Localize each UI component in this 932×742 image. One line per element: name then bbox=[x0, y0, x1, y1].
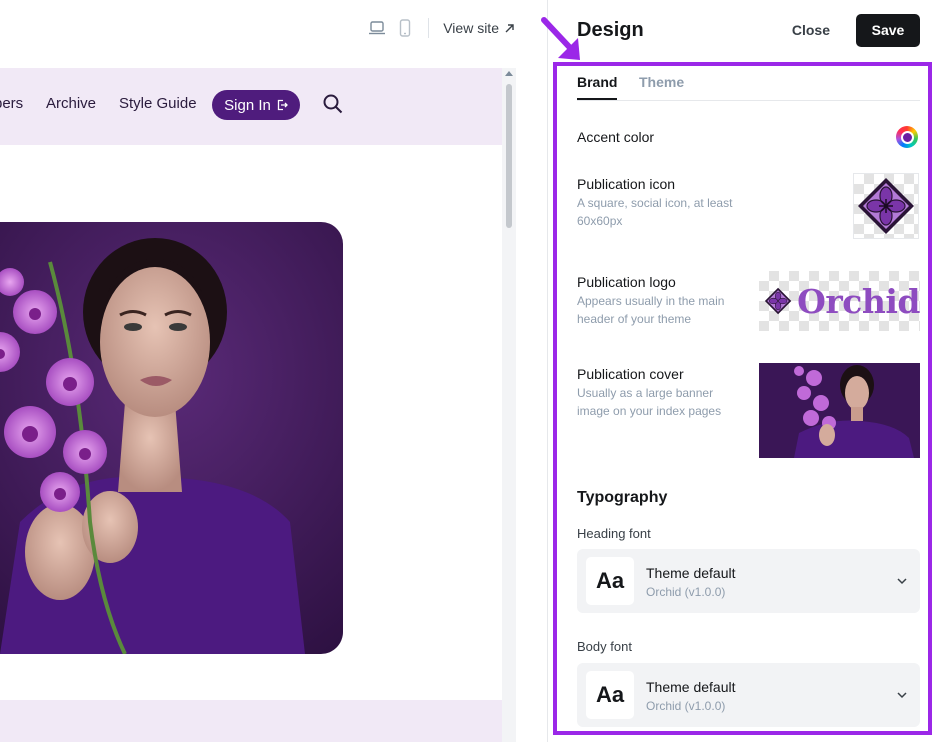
body-font-select[interactable]: Aa Theme default Orchid (v1.0.0) bbox=[577, 663, 920, 727]
accent-color-label: Accent color bbox=[577, 129, 655, 145]
toolbar-divider bbox=[428, 18, 430, 38]
tab-brand[interactable]: Brand bbox=[577, 74, 618, 100]
orchid-logo-emblem-icon bbox=[764, 287, 792, 315]
hero-image bbox=[0, 222, 343, 654]
publication-icon-upload[interactable] bbox=[853, 173, 919, 239]
signin-label: Sign In bbox=[224, 96, 271, 114]
design-tabs: Brand Theme bbox=[577, 72, 920, 101]
site-footer-band bbox=[0, 700, 502, 742]
nav-item-members[interactable]: pers bbox=[0, 94, 23, 114]
accent-color-picker[interactable] bbox=[896, 126, 918, 148]
body-font-source: Orchid (v1.0.0) bbox=[646, 699, 726, 713]
orchid-emblem-icon bbox=[858, 178, 914, 234]
heading-font-label: Heading font bbox=[577, 526, 651, 541]
view-site-label: View site bbox=[443, 20, 499, 36]
preview-toolbar: View site bbox=[0, 0, 547, 56]
nav-item-archive[interactable]: Archive bbox=[46, 94, 96, 114]
preview-scrollbar[interactable] bbox=[502, 68, 516, 742]
body-font-preview: Aa bbox=[586, 671, 634, 719]
publication-logo-description: Appears usually in the main header of yo… bbox=[577, 294, 725, 326]
save-button[interactable]: Save bbox=[856, 13, 920, 47]
nav-item-style-guide[interactable]: Style Guide bbox=[119, 94, 197, 114]
typography-heading: Typography bbox=[577, 489, 668, 506]
publication-cover-label: Publication cover bbox=[577, 366, 684, 382]
accent-color-swatch bbox=[900, 130, 914, 144]
annotation-arrow-icon bbox=[541, 17, 580, 60]
mobile-icon[interactable] bbox=[396, 19, 414, 37]
publication-cover-upload[interactable] bbox=[759, 363, 920, 458]
body-font-label: Body font bbox=[577, 639, 632, 654]
body-font-name: Theme default bbox=[646, 679, 736, 695]
tab-theme[interactable]: Theme bbox=[639, 74, 684, 98]
signin-icon bbox=[277, 99, 288, 111]
publication-cover-description: Usually as a large banner image on your … bbox=[577, 386, 722, 418]
view-site-link[interactable]: View site bbox=[443, 20, 515, 36]
heading-font-select[interactable]: Aa Theme default Orchid (v1.0.0) bbox=[577, 549, 920, 613]
scroll-thumb[interactable] bbox=[506, 84, 512, 228]
publication-icon-description: A square, social icon, at least 60x60px bbox=[577, 196, 733, 228]
heading-font-preview: Aa bbox=[586, 557, 634, 605]
chevron-down-icon bbox=[897, 692, 907, 699]
site-frame: pers Archive Style Guide Sign In bbox=[0, 68, 502, 742]
publication-logo-upload[interactable]: Orchid bbox=[759, 271, 920, 331]
external-arrow-icon bbox=[505, 23, 514, 32]
close-button[interactable]: Close bbox=[792, 22, 830, 38]
desktop-icon[interactable] bbox=[368, 19, 386, 37]
signin-button[interactable]: Sign In bbox=[212, 90, 300, 120]
heading-font-name: Theme default bbox=[646, 565, 736, 581]
heading-font-source: Orchid (v1.0.0) bbox=[646, 585, 726, 599]
publication-icon-label: Publication icon bbox=[577, 176, 676, 192]
scroll-up-icon[interactable] bbox=[505, 71, 513, 76]
design-panel: Design Close Save Brand Theme Accent col… bbox=[541, 0, 932, 742]
site-preview: View site pers Archive Style Guide Sign … bbox=[0, 0, 547, 742]
chevron-down-icon bbox=[897, 578, 907, 585]
site-navigation: pers Archive Style Guide Sign In bbox=[0, 68, 502, 145]
panel-header: Design Close Save bbox=[577, 13, 920, 47]
logo-wordmark: Orchid bbox=[797, 281, 920, 321]
search-icon[interactable] bbox=[322, 93, 344, 115]
publication-logo-label: Publication logo bbox=[577, 274, 676, 290]
